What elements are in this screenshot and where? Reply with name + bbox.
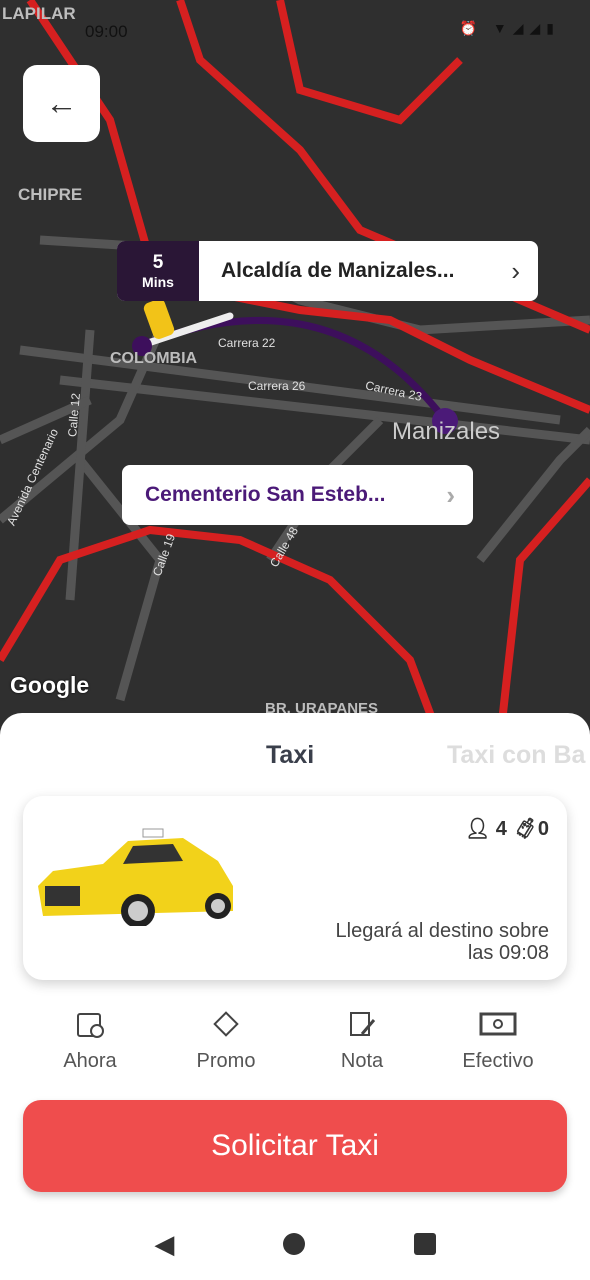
person-icon: 👤︎ (464, 818, 491, 840)
chevron-right-icon: › (511, 255, 520, 286)
google-logo: Google (10, 672, 90, 698)
arrival-line: Llegará al destino sobre (335, 920, 549, 942)
solicitar-taxi-button[interactable]: Solicitar Taxi (23, 1100, 567, 1192)
option-label: Nota (340, 1050, 384, 1072)
origin-pill[interactable]: 5 Mins Alcaldía de Manizales... › (117, 241, 538, 301)
eta-unit: Mins (142, 274, 174, 290)
street-label: Carrera 22 (218, 336, 276, 350)
capacity: 👤︎ 4 🧳︎0 (465, 816, 549, 841)
destination-name: Cementerio San Esteb... (145, 483, 386, 506)
option-label: Efectivo (462, 1050, 534, 1072)
passenger-count: 4 (495, 818, 507, 840)
option-nota[interactable]: Nota (294, 1010, 430, 1073)
nav-back-icon[interactable]: ◀ (154, 1229, 174, 1260)
vehicle-card[interactable]: 👤︎ 4 🧳︎0 Llegará al destino sobre las 09:… (23, 796, 567, 980)
bottom-sheet: Taxi Taxi con Ba 👤︎ 4 🧳︎0 Llegará al des… (0, 713, 590, 1280)
map-label: COLOMBIA (110, 350, 198, 367)
arrival-estimate: Llegará al destino sobre las 09:08 (336, 920, 549, 964)
calendar-clock-icon (77, 1013, 104, 1038)
eta-value: 5 (152, 252, 164, 273)
status-time: 09:00 (85, 22, 128, 41)
map-label: LAPILAR (2, 4, 76, 23)
option-efectivo[interactable]: Efectivo (430, 1010, 566, 1073)
status-icons: ⏰ ▼◢◢▮ (459, 20, 560, 36)
taxi-car-image (38, 828, 233, 926)
map-view[interactable]: LAPILAR CHIPRE COLOMBIA Manizales BR. UR… (0, 0, 590, 740)
back-button[interactable]: ← (23, 65, 100, 142)
map-label: CHIPRE (18, 185, 83, 204)
option-label: Ahora (63, 1050, 117, 1072)
system-nav-bar: ◀ (0, 1229, 590, 1260)
luggage-icon: 🧳︎ (512, 818, 538, 840)
origin-name: Alcaldía de Manizales... (221, 259, 455, 282)
destination-pill[interactable]: Cementerio San Esteb... › (122, 465, 473, 525)
eta-badge: 5 Mins (117, 241, 199, 301)
arrow-left-icon: ← (45, 85, 78, 121)
arrival-time: las 09:08 (467, 942, 549, 964)
ticket-icon (213, 1011, 239, 1037)
option-ahora[interactable]: Ahora (22, 1010, 158, 1073)
tab-taxi-con-baul[interactable]: Taxi con Ba (447, 741, 585, 770)
nav-home-icon[interactable] (282, 1233, 305, 1255)
note-edit-icon (350, 1012, 376, 1036)
cash-icon (479, 1012, 517, 1036)
street-label: Carrera 26 (248, 379, 306, 393)
map-label: Manizales (392, 418, 501, 445)
tab-taxi[interactable]: Taxi (266, 741, 314, 770)
option-promo[interactable]: Promo (158, 1010, 294, 1073)
nav-recents-icon[interactable] (413, 1233, 436, 1255)
option-label: Promo (196, 1050, 256, 1072)
chevron-right-icon: › (446, 479, 455, 510)
luggage-count: 0 (537, 818, 549, 840)
taxi-marker-icon (143, 299, 175, 339)
